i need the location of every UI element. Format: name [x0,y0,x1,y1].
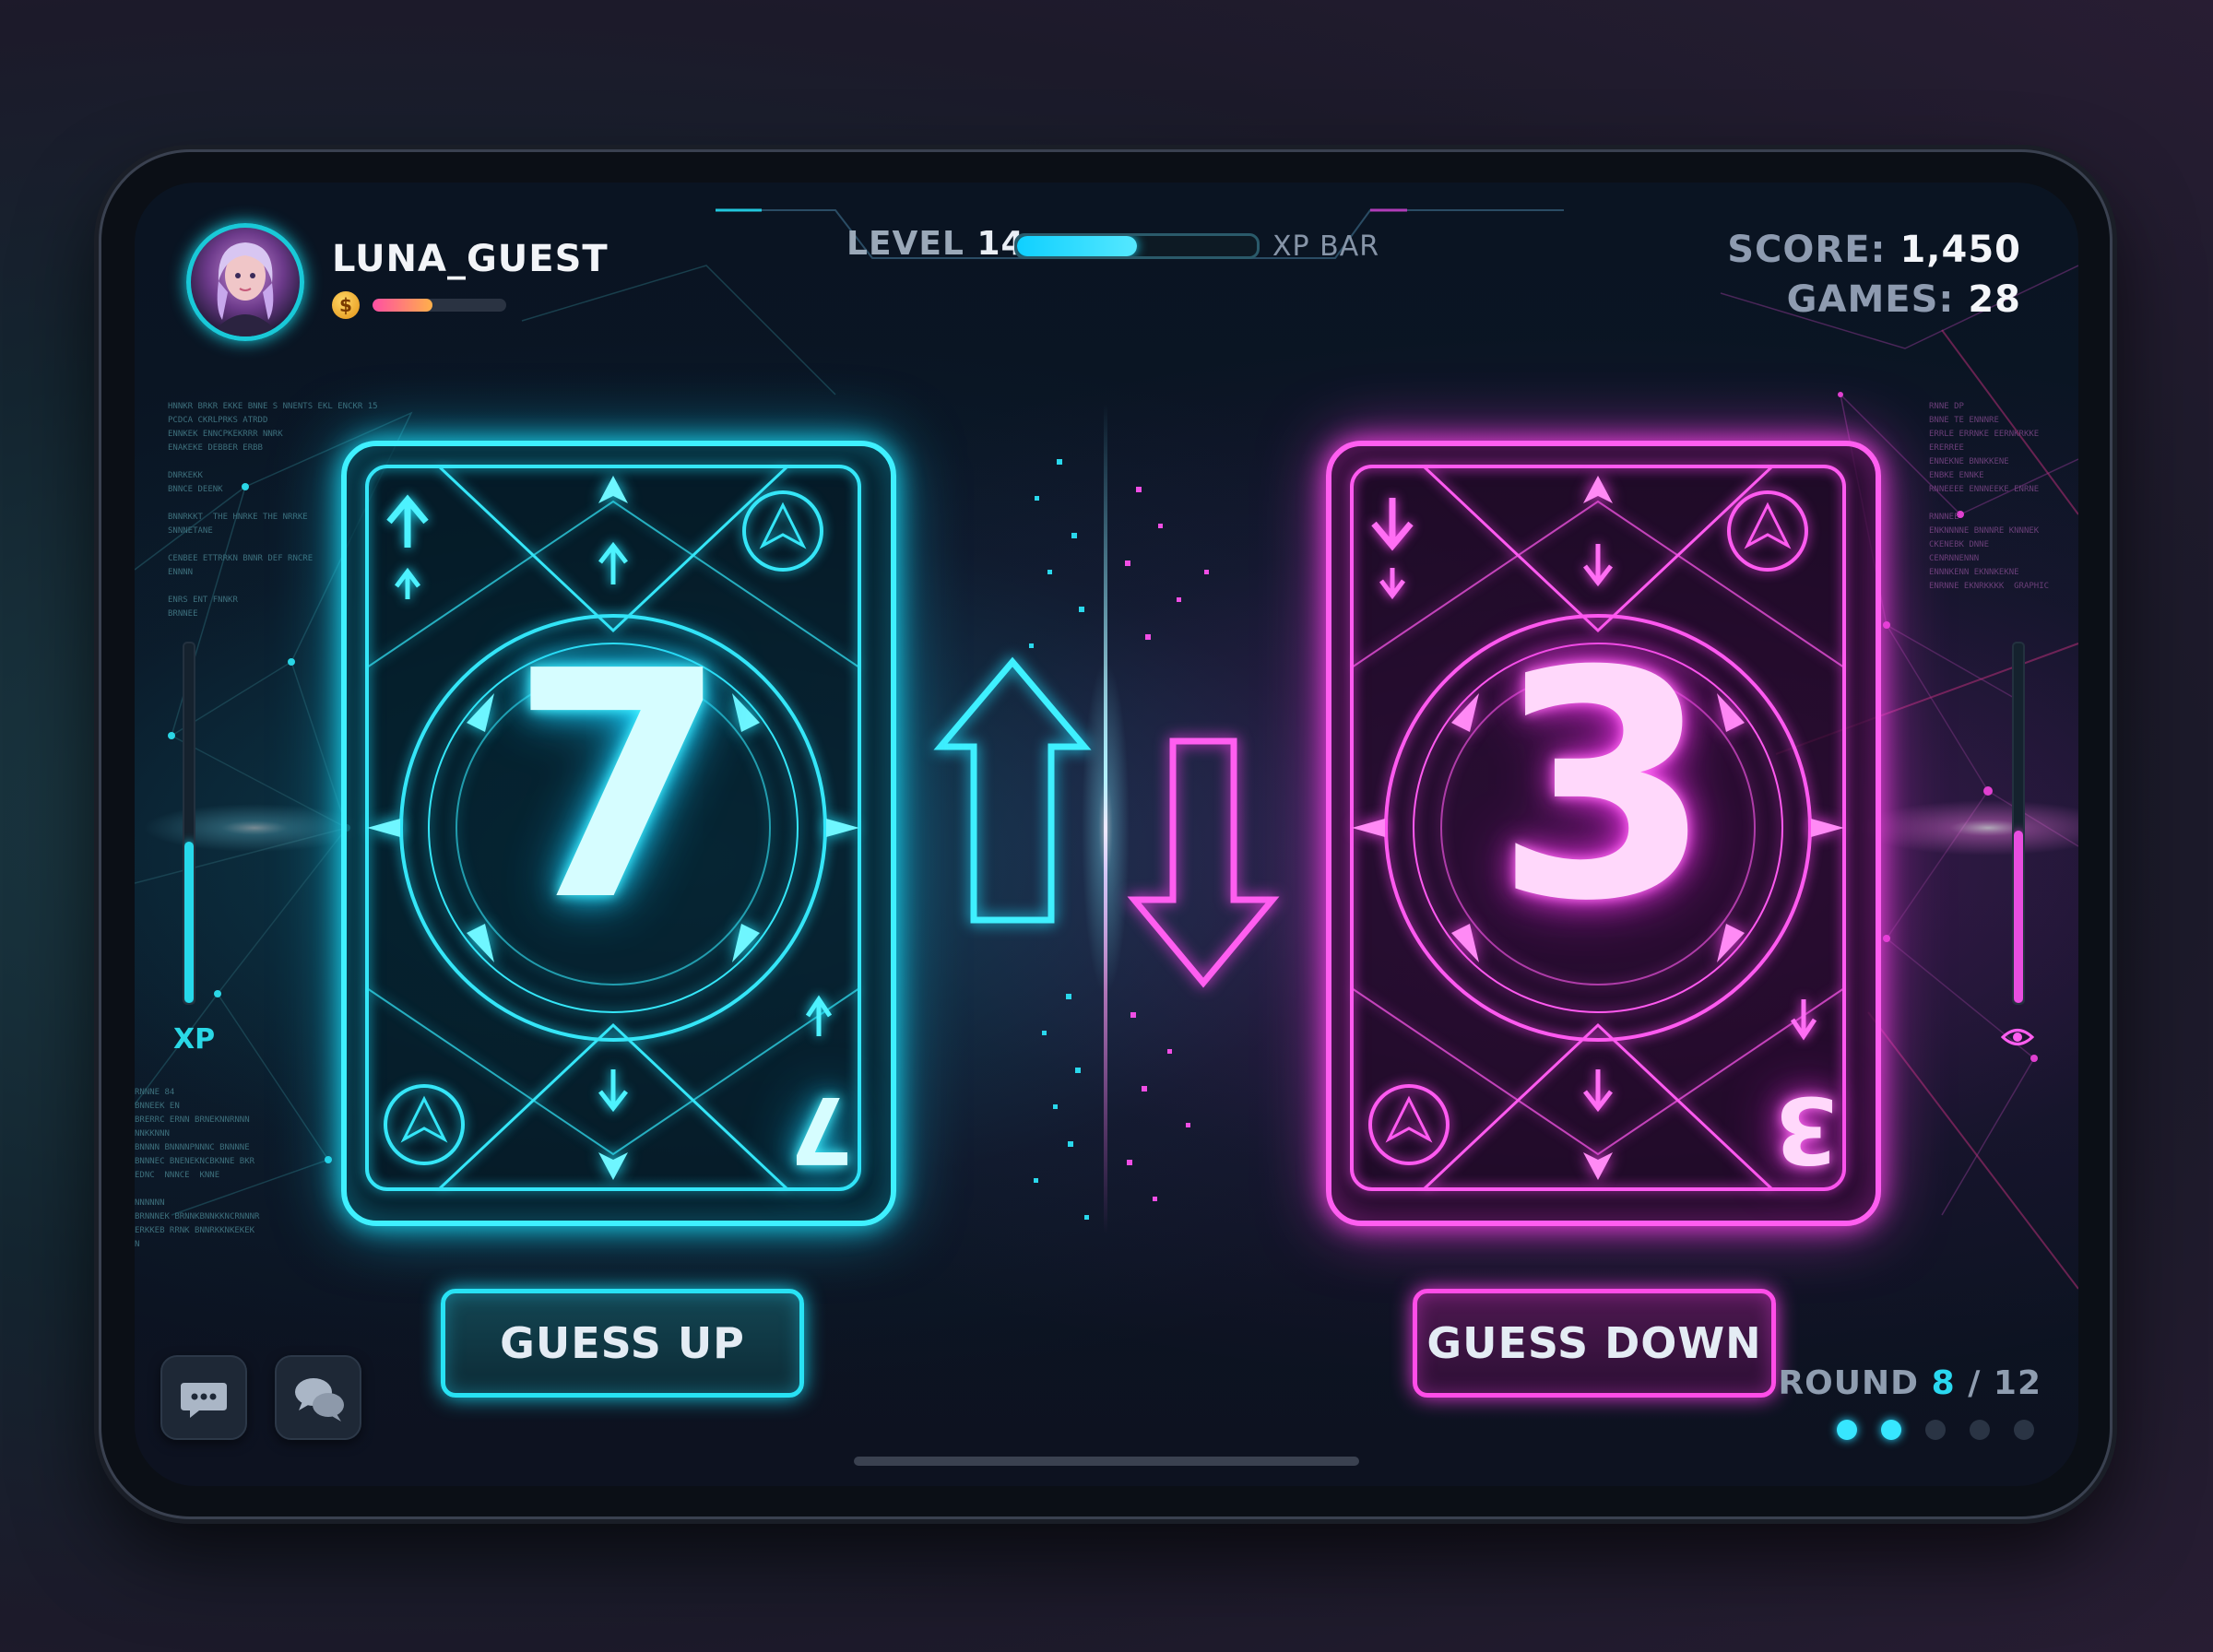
chat-bubble-icon [181,1383,227,1418]
game-screen: HNNKR BRKR EKKE BNNE S NNENTS EKL ENCKR … [135,183,2078,1486]
coin-icon: $ [332,291,360,319]
home-indicator[interactable] [854,1457,1359,1466]
chat-button[interactable] [160,1355,247,1440]
round-dot [2014,1420,2034,1440]
group-chat-button[interactable] [275,1355,361,1440]
hud-text-right-top: RNNE DP BNNE TE ENNNRE ERRLE ERRNKE EERN… [1929,402,2050,591]
left-meter-label: XP [173,1023,216,1056]
player-name: LUNA_GUEST [332,238,609,280]
round-progress-dots [1837,1420,2034,1440]
left-xp-meter-fill [184,841,194,1003]
left-card[interactable]: 7 7 [341,441,896,1226]
hud-text-left-bottom: RNNNE 84 BNNEEK EN BRERRC ERNN BRNEKNNRN… [135,1088,260,1249]
round-total: 12 [1993,1364,2041,1402]
coin-progress-bar [373,299,506,312]
left-card-value: 7 [509,605,728,970]
xp-bar-fill [1017,236,1137,256]
games-value: 28 [1968,278,2021,321]
round-dot [1837,1420,1857,1440]
score-display: SCORE: 1,450 [1727,229,2021,271]
left-xp-meter [183,642,195,1005]
left-card-corner-value: 7 [789,1076,854,1184]
right-card[interactable]: 3 3 [1326,441,1881,1226]
xp-bar [1014,233,1260,259]
avatar-portrait-icon [209,242,281,336]
level-label: LEVEL [846,225,964,263]
score-label: SCORE: [1727,229,1887,271]
round-dot [1970,1420,1990,1440]
guess-up-button[interactable]: GUESS UP [441,1289,804,1398]
round-indicator: ROUND 8 / 12 [1778,1364,2041,1402]
right-card-value: 3 [1494,605,1713,970]
score-value: 1,450 [1899,229,2021,271]
guess-down-button[interactable]: GUESS DOWN [1413,1289,1776,1398]
right-meter-fill [2014,830,2023,1003]
round-label: ROUND [1778,1364,1920,1402]
eye-icon[interactable] [2001,1025,2034,1049]
xp-bar-label: XP BAR [1272,230,1380,263]
right-card-corner-value: 3 [1774,1076,1839,1184]
right-meter [2012,642,2025,1005]
coin-progress-fill [373,299,433,312]
games-display: GAMES: 28 [1787,278,2021,321]
round-current: 8 [1931,1364,1956,1402]
round-separator: / [1968,1364,1982,1402]
games-label: GAMES: [1786,278,1955,321]
round-dot [1881,1420,1901,1440]
level-indicator: LEVEL 14 [846,225,1025,263]
chat-bubbles-icon [295,1378,344,1422]
player-avatar[interactable] [186,223,304,341]
round-dot [1925,1420,1946,1440]
